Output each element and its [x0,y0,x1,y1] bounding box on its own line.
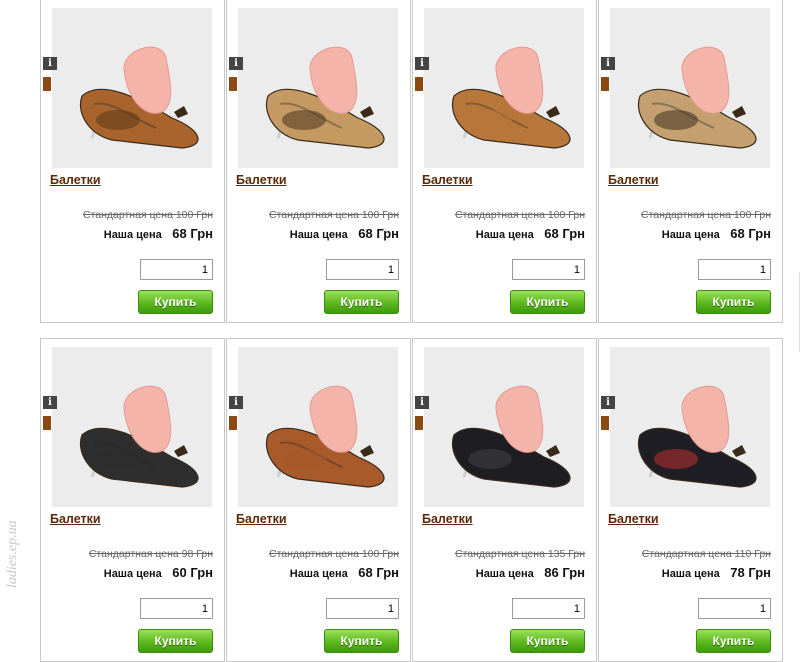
our-price-value: 60 Грн [172,565,213,580]
watermark: ladies.ep.ua [5,520,20,588]
info-icon[interactable]: i [43,396,57,409]
our-price-label: Наша цена [475,229,534,241]
shoe-on-mannequin-icon [52,347,212,507]
product-photo[interactable] [424,8,584,168]
our-price: Наша цена 68 Грн [662,225,771,243]
product-photo[interactable] [610,8,770,168]
our-price-value: 68 Грн [544,226,585,241]
quantity-input[interactable] [512,598,585,619]
color-swatch-icon [229,77,237,91]
buy-button[interactable]: Купить [696,290,771,314]
our-price: Наша цена 68 Грн [290,564,399,582]
info-icon[interactable]: i [415,396,429,409]
buy-button[interactable]: Купить [324,629,399,653]
product-card: i Балетки Стандартная цена 100 Грн Наша … [226,0,411,323]
product-card: i Балетки Стандартная цена 100 Грн Наша … [40,0,225,323]
info-icon[interactable]: i [601,57,615,70]
our-price-value: 68 Грн [730,226,771,241]
our-price: Наша цена 60 Грн [104,564,213,582]
standard-price: Стандартная цена 135 Грн [455,548,585,560]
color-swatch-icon [43,77,51,91]
product-title-link[interactable]: Балетки [422,512,473,526]
our-price: Наша цена 68 Грн [104,225,213,243]
shoe-on-mannequin-icon [610,347,770,507]
color-swatch-icon [415,416,423,430]
product-title-link[interactable]: Балетки [236,173,287,187]
standard-price: Стандартная цена 100 Грн [269,209,399,221]
shoe-on-mannequin-icon [610,8,770,168]
our-price-label: Наша цена [289,568,348,580]
standard-price: Стандартная цена 98 Грн [88,548,213,560]
product-photo[interactable] [238,8,398,168]
our-price-value: 78 Грн [730,565,771,580]
product-card: i Балетки Стандартная цена 98 Грн Наша ц… [40,338,225,662]
our-price-value: 68 Грн [172,226,213,241]
shoe-on-mannequin-icon [424,8,584,168]
color-swatch-icon [601,416,609,430]
our-price: Наша цена 78 Грн [662,564,771,582]
buy-button[interactable]: Купить [138,629,213,653]
standard-price: Стандартная цена 100 Грн [455,209,585,221]
buy-button[interactable]: Купить [696,629,771,653]
our-price-label: Наша цена [661,229,720,241]
product-card: i Балетки Стандартная цена 135 Грн Наша … [412,338,597,662]
color-swatch-icon [601,77,609,91]
our-price-label: Наша цена [661,568,720,580]
buy-button[interactable]: Купить [324,290,399,314]
info-icon[interactable]: i [415,57,429,70]
quantity-input[interactable] [698,259,771,280]
product-photo[interactable] [238,347,398,507]
info-icon[interactable]: i [43,57,57,70]
our-price-value: 68 Грн [358,565,399,580]
our-price-value: 86 Грн [544,565,585,580]
product-title-link[interactable]: Балетки [236,512,287,526]
product-title-link[interactable]: Балетки [50,173,101,187]
standard-price: Стандартная цена 100 Грн [83,209,213,221]
quantity-input[interactable] [512,259,585,280]
our-price-label: Наша цена [289,229,348,241]
our-price-label: Наша цена [103,229,162,241]
info-icon[interactable]: i [229,57,243,70]
standard-price: Стандартная цена 110 Грн [641,548,771,560]
our-price-value: 68 Грн [358,226,399,241]
product-title-link[interactable]: Балетки [608,173,659,187]
product-photo[interactable] [52,347,212,507]
our-price: Наша цена 86 Грн [476,564,585,582]
standard-price: Стандартная цена 100 Грн [641,209,771,221]
quantity-input[interactable] [140,598,213,619]
shoe-on-mannequin-icon [238,347,398,507]
our-price-label: Наша цена [475,568,534,580]
standard-price: Стандартная цена 100 Грн [269,548,399,560]
product-title-link[interactable]: Балетки [608,512,659,526]
info-icon[interactable]: i [229,396,243,409]
quantity-input[interactable] [326,259,399,280]
product-title-link[interactable]: Балетки [50,512,101,526]
color-swatch-icon [415,77,423,91]
buy-button[interactable]: Купить [510,290,585,314]
quantity-input[interactable] [326,598,399,619]
product-card: i Балетки Стандартная цена 100 Грн Наша … [598,0,783,323]
buy-button[interactable]: Купить [510,629,585,653]
our-price-label: Наша цена [103,568,162,580]
shoe-on-mannequin-icon [238,8,398,168]
product-title-link[interactable]: Балетки [422,173,473,187]
product-photo[interactable] [52,8,212,168]
color-swatch-icon [229,416,237,430]
product-card: i Балетки Стандартная цена 110 Грн Наша … [598,338,783,662]
shoe-on-mannequin-icon [52,8,212,168]
product-card: i Балетки Стандартная цена 100 Грн Наша … [226,338,411,662]
buy-button[interactable]: Купить [138,290,213,314]
info-icon[interactable]: i [601,396,615,409]
product-photo[interactable] [424,347,584,507]
product-photo[interactable] [610,347,770,507]
quantity-input[interactable] [698,598,771,619]
product-card: i Балетки Стандартная цена 100 Грн Наша … [412,0,597,323]
color-swatch-icon [43,416,51,430]
shoe-on-mannequin-icon [424,347,584,507]
our-price: Наша цена 68 Грн [476,225,585,243]
our-price: Наша цена 68 Грн [290,225,399,243]
quantity-input[interactable] [140,259,213,280]
